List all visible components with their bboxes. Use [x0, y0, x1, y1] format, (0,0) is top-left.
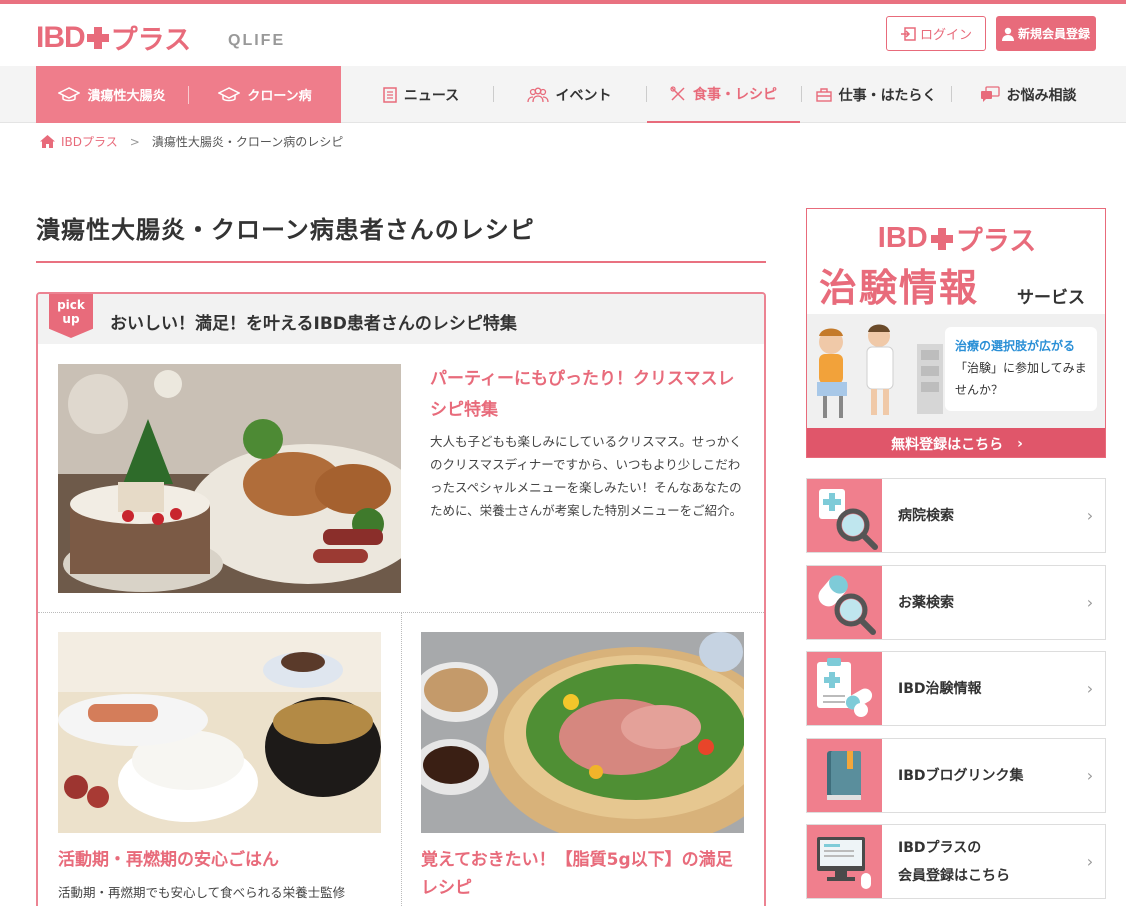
article-title-1[interactable]: 活動期・再燃期の安心ごはん: [58, 846, 378, 874]
banner-cross-icon: [930, 227, 953, 250]
breadcrumb: IBDプラス > 潰瘍性大腸炎・クローン病のレシピ: [40, 133, 343, 150]
briefcase-icon: [815, 87, 832, 102]
side-link-member-signup[interactable]: IBDプラスの 会員登録はこちら ›: [806, 824, 1106, 899]
chevron-right-icon: ›: [1086, 593, 1094, 612]
banner-logo-plus: プラス: [955, 226, 1037, 257]
logo-plus-text: プラス: [110, 25, 192, 56]
featured-article-title[interactable]: パーティーにもぴったり！クリスマスレシピ特集: [430, 364, 750, 426]
graduation-cap-icon: [218, 86, 241, 101]
utensils-icon: [670, 85, 685, 101]
nav-label-recipe: 食事・レシピ: [693, 86, 777, 103]
pickup-header: pick up おいしい！満足！を叶えるIBD患者さんのレシピ特集: [38, 294, 764, 344]
banner-main-title: 治験情報: [819, 266, 980, 310]
dotted-divider-vertical: [401, 612, 402, 906]
pickup-badge: pick up: [49, 294, 93, 338]
banner-speech-bubble: 治療の選択肢が広がる 「治験」に参加してみませんか？: [945, 327, 1097, 411]
banner-cta-label: 無料登録はこちら: [891, 436, 1004, 453]
side-link-label-line2: 会員登録はこちら: [898, 867, 1010, 884]
login-icon: [900, 26, 916, 41]
main-nav: 潰瘍性大腸炎 クローン病 ニュース イベント 食事・レシピ 仕事・はたらく お悩…: [0, 66, 1126, 123]
nav-label-uc: 潰瘍性大腸炎: [87, 89, 166, 104]
side-link-label-line1: IBDプラスの: [898, 839, 982, 856]
graduation-cap-icon: [58, 86, 81, 101]
logo-ibd-text: IBD: [36, 20, 86, 54]
featured-article-image[interactable]: [58, 364, 401, 593]
nav-label-news: ニュース: [403, 87, 460, 104]
nav-label-event: イベント: [555, 87, 612, 104]
banner-bubble-line2: 「治験」に参加してみませんか？: [955, 361, 1087, 397]
clinical-trial-icon: [807, 652, 882, 725]
hospital-search-icon: [807, 479, 882, 552]
nav-item-uc[interactable]: 潰瘍性大腸炎: [36, 85, 188, 104]
article-desc-1: 活動期・再燃期でも安心して食べられる栄養士監修: [58, 885, 346, 900]
people-icon: [526, 87, 549, 102]
banner-bubble-line1: 治療の選択肢が広がる: [955, 339, 1076, 353]
article-title-2[interactable]: 覚えておきたい！【脂質5g以下】の満足レシピ: [421, 846, 741, 902]
side-link-label: 病院検索: [898, 507, 954, 524]
login-button[interactable]: ログイン: [886, 16, 986, 51]
banner-subtitle: サービス: [1017, 288, 1085, 308]
banner-logo: IBD プラス: [807, 219, 1105, 258]
nav-item-work[interactable]: 仕事・はたらく: [802, 66, 950, 123]
speech-bubble-icon: [980, 86, 1000, 102]
side-link-hospital-search[interactable]: 病院検索 ›: [806, 478, 1106, 553]
pickup-title: おいしい！満足！を叶えるIBD患者さんのレシピ特集: [110, 314, 517, 334]
chevron-right-icon: ›: [1017, 435, 1023, 452]
chevron-right-icon: ›: [1086, 852, 1094, 871]
computer-icon: [807, 825, 882, 898]
chevron-right-icon: ›: [1086, 766, 1094, 785]
disease-nav: 潰瘍性大腸炎 クローン病: [36, 66, 341, 123]
featured-article-desc: 大人も子どもも楽しみにしているクリスマス。せっかくのクリスマスディナーですから、…: [430, 434, 743, 518]
breadcrumb-current: 潰瘍性大腸炎・クローン病のレシピ: [151, 135, 344, 149]
breadcrumb-separator: >: [129, 134, 140, 149]
signup-button[interactable]: 新規会員登録: [996, 16, 1096, 51]
nav-item-news[interactable]: ニュース: [346, 66, 496, 123]
clinical-trial-banner[interactable]: IBD プラス 治験情報 サービス 治療の選択肢が広がる 「治験」に参加してみま…: [806, 208, 1106, 458]
blog-book-icon: [807, 739, 882, 812]
pickup-badge-line2: up: [62, 312, 80, 326]
site-logo[interactable]: IBD プラス: [36, 18, 191, 57]
breadcrumb-home-link[interactable]: IBDプラス: [61, 133, 118, 150]
nav-label-crohn: クローン病: [247, 89, 312, 104]
side-link-label: IBD治験情報: [898, 680, 982, 697]
site-header: IBD プラス QLIFE ログイン 新規会員登録: [0, 4, 1126, 66]
article-image-2[interactable]: [421, 632, 744, 833]
nav-item-consult[interactable]: お悩み相談: [952, 66, 1104, 123]
pickup-section: pick up おいしい！満足！を叶えるIBD患者さんのレシピ特集 パーティーに…: [36, 292, 766, 906]
medicine-search-icon: [807, 566, 882, 639]
side-link-label: お薬検索: [898, 594, 954, 611]
side-link-label: IBDブログリンク集: [898, 767, 1024, 784]
side-link-blog[interactable]: IBDブログリンク集 ›: [806, 738, 1106, 813]
nav-label-work: 仕事・はたらく: [838, 87, 937, 104]
banner-logo-ibd: IBD: [877, 222, 928, 254]
home-icon: [40, 135, 55, 148]
chevron-right-icon: ›: [1086, 506, 1094, 525]
login-label: ログイン: [919, 28, 972, 43]
article-image-1[interactable]: [58, 632, 381, 833]
user-icon: [1001, 27, 1014, 41]
qlife-logo[interactable]: QLIFE: [228, 32, 285, 50]
nav-item-crohn[interactable]: クローン病: [189, 85, 341, 104]
document-icon: [383, 86, 397, 103]
pickup-badge-line1: pick: [57, 298, 85, 312]
page-title: 潰瘍性大腸炎・クローン病患者さんのレシピ: [36, 216, 535, 244]
nav-label-consult: お悩み相談: [1006, 87, 1077, 104]
side-link-medicine-search[interactable]: お薬検索 ›: [806, 565, 1106, 640]
side-link-clinical-trial[interactable]: IBD治験情報 ›: [806, 651, 1106, 726]
nav-item-event[interactable]: イベント: [494, 66, 644, 123]
nav-item-recipe[interactable]: 食事・レシピ: [647, 66, 800, 123]
side-link-label: IBDプラスの 会員登録はこちら: [882, 834, 1075, 890]
title-underline: [36, 261, 766, 263]
logo-cross-icon: [86, 26, 109, 49]
banner-cta-button[interactable]: 無料登録はこちら ›: [807, 428, 1105, 457]
chevron-right-icon: ›: [1086, 679, 1094, 698]
signup-label: 新規会員登録: [1017, 27, 1090, 41]
